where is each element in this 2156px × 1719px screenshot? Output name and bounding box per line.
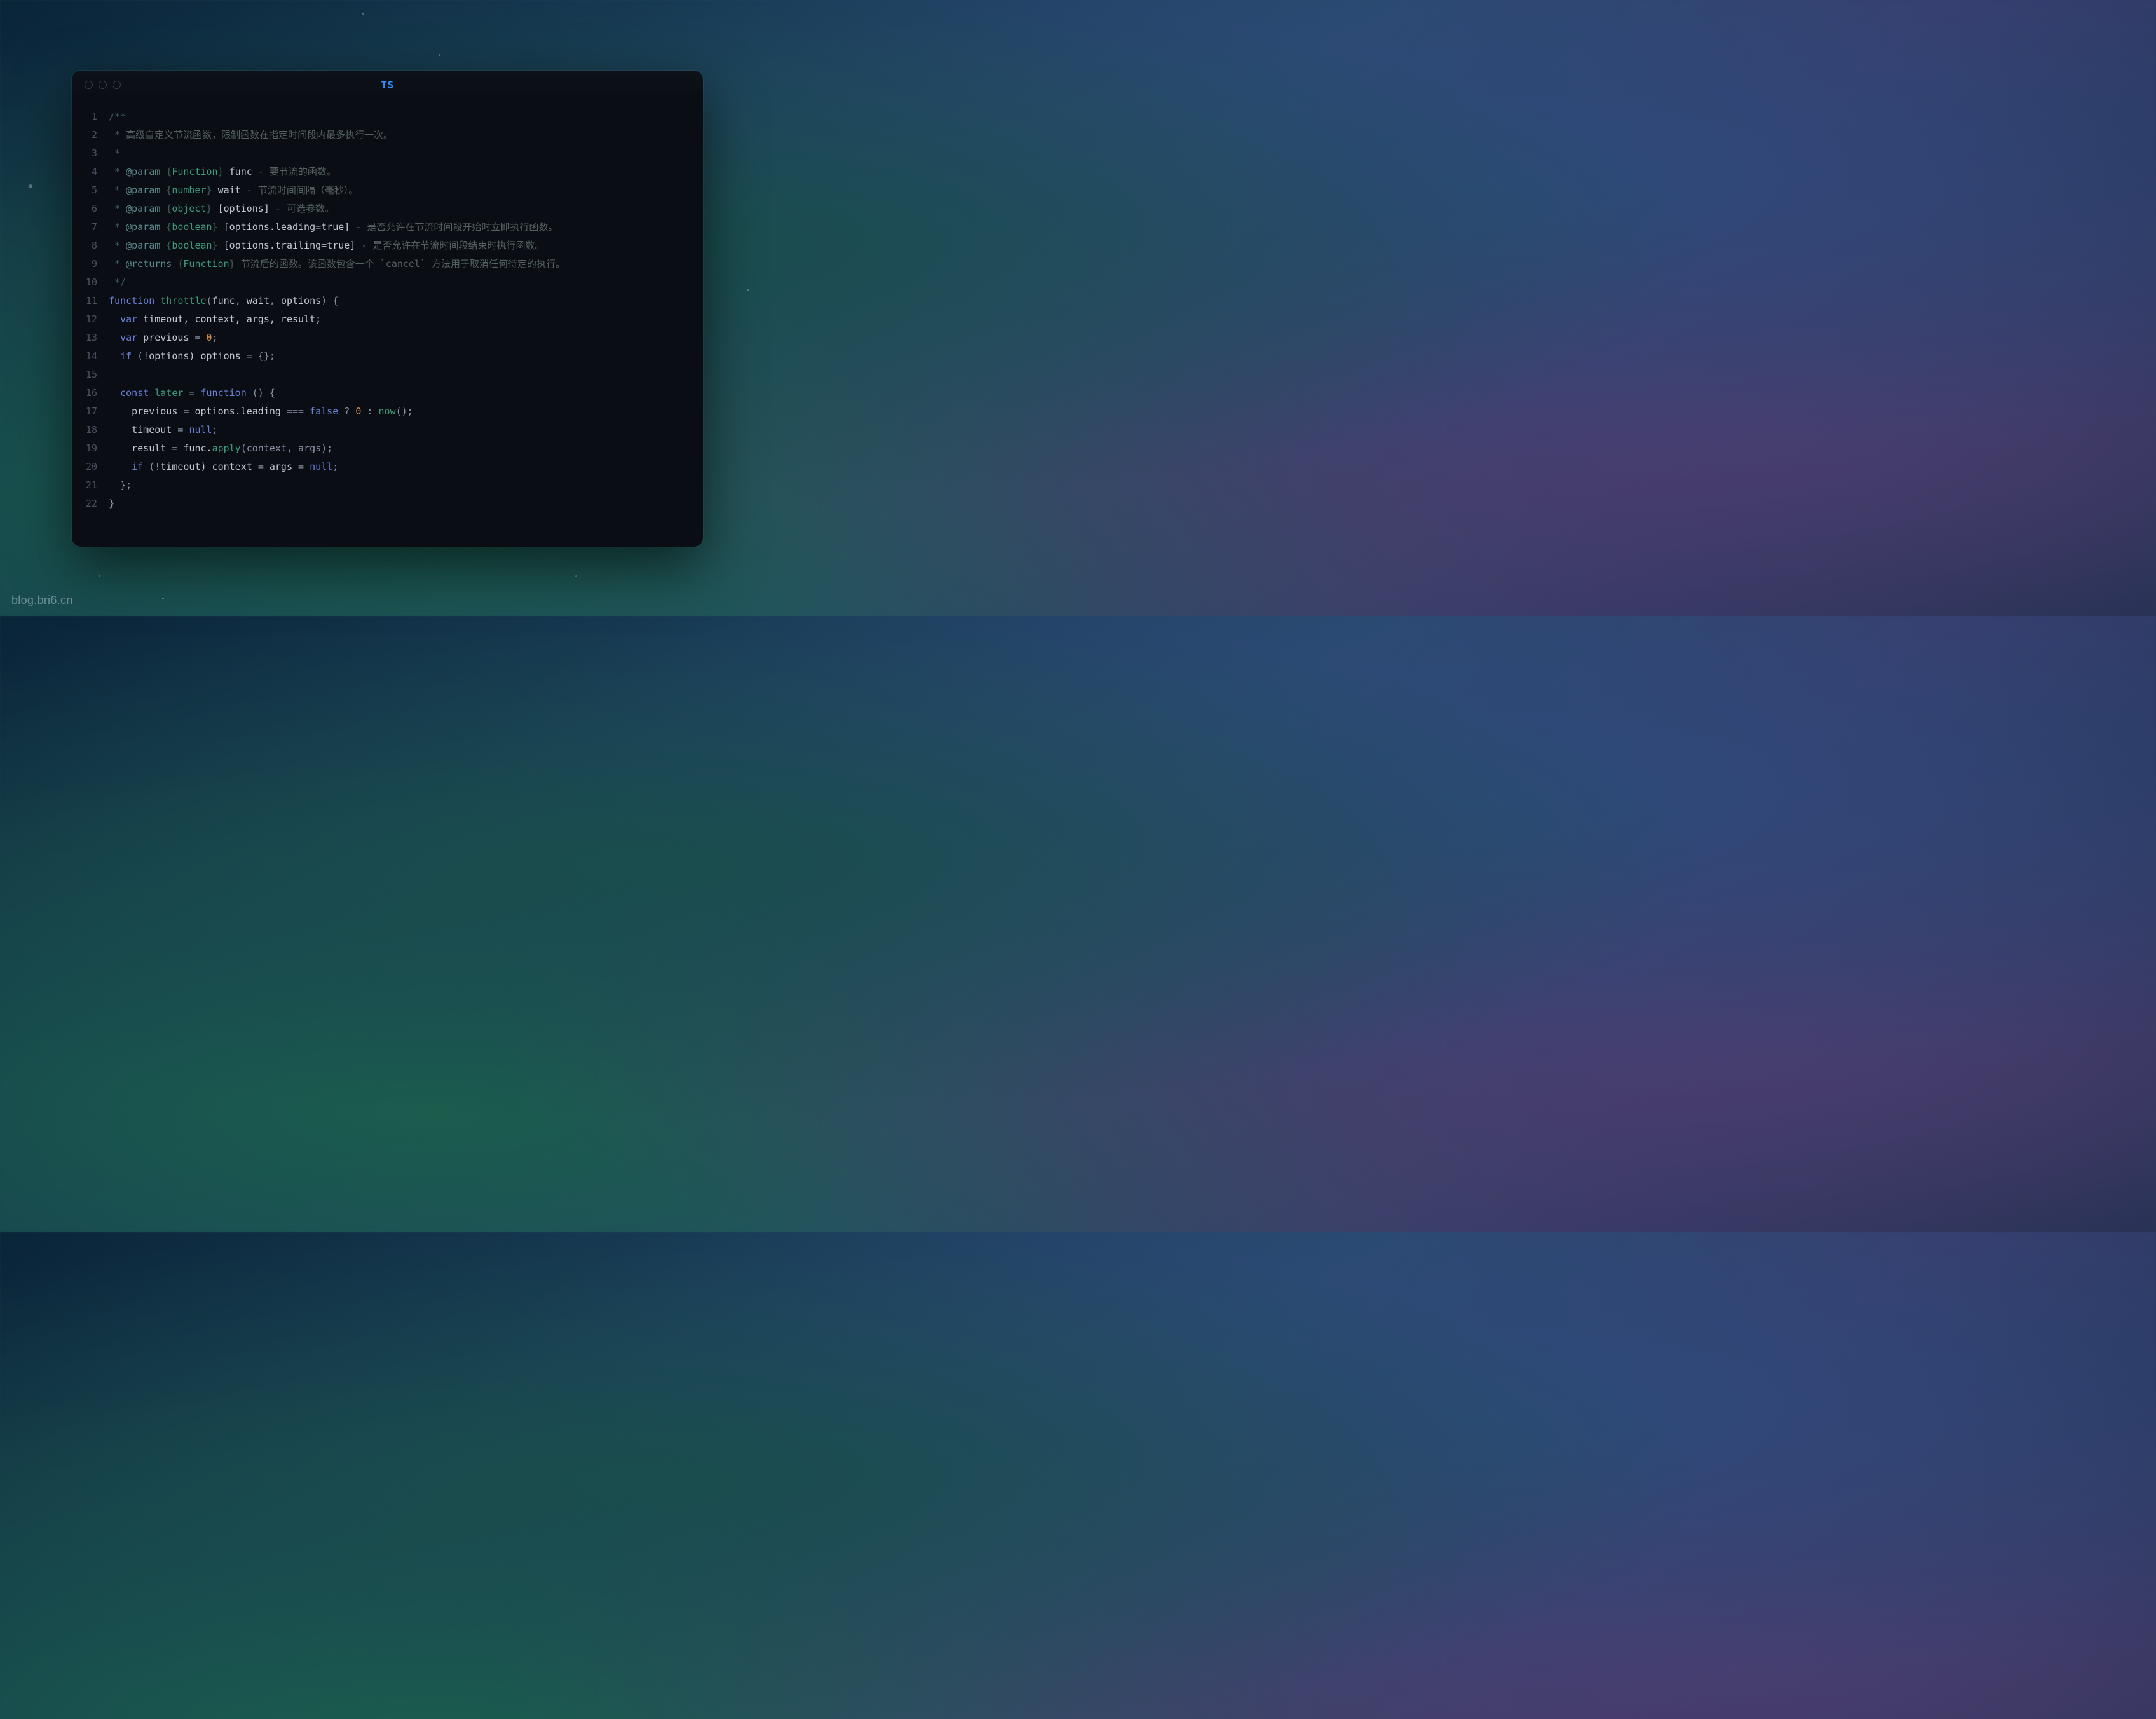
line-number: 5: [72, 181, 97, 200]
code-editor: 12345678910111213141516171819202122 /** …: [72, 99, 703, 513]
line-number: 21: [72, 476, 97, 495]
code-line: result = func.apply(context, args);: [109, 439, 690, 458]
line-number: 9: [72, 255, 97, 273]
line-number: 17: [72, 402, 97, 421]
code-line: */: [109, 273, 690, 292]
line-number: 16: [72, 384, 97, 402]
bg-dot: [747, 289, 749, 291]
line-number: 20: [72, 458, 97, 476]
line-number: 22: [72, 495, 97, 513]
code-line: previous = options.leading === false ? 0…: [109, 402, 690, 421]
code-line: var previous = 0;: [109, 329, 690, 347]
bg-dot: [439, 54, 440, 56]
window-zoom-button[interactable]: [113, 81, 121, 89]
line-number-gutter: 12345678910111213141516171819202122: [72, 107, 109, 513]
bg-dot: [99, 575, 100, 577]
bg-dot: [575, 575, 577, 577]
line-number: 3: [72, 144, 97, 163]
code-line: * 高级自定义节流函数，限制函数在指定时间段内最多执行一次。: [109, 126, 690, 144]
code-line: *: [109, 144, 690, 163]
line-number: 13: [72, 329, 97, 347]
bg-dot: [362, 13, 364, 15]
bg-dot: [29, 184, 32, 188]
line-number: 10: [72, 273, 97, 292]
code-line: * @returns {Function} 节流后的函数。该函数包含一个 `ca…: [109, 255, 690, 273]
code-line: }: [109, 495, 690, 513]
window-minimize-button[interactable]: [99, 81, 107, 89]
code-line: * @param {boolean} [options.trailing=tru…: [109, 236, 690, 255]
code-content[interactable]: /** * 高级自定义节流函数，限制函数在指定时间段内最多执行一次。 * * @…: [109, 107, 703, 513]
code-line: * @param {object} [options] - 可选参数。: [109, 200, 690, 218]
line-number: 18: [72, 421, 97, 439]
window-close-button[interactable]: [85, 81, 93, 89]
watermark-text: blog.bri6.cn: [11, 594, 73, 607]
code-line: if (!timeout) context = args = null;: [109, 458, 690, 476]
code-line: function throttle(func, wait, options) {: [109, 292, 690, 310]
code-line: var timeout, context, args, result;: [109, 310, 690, 329]
window-title: TS: [381, 79, 393, 91]
line-number: 4: [72, 163, 97, 181]
line-number: 19: [72, 439, 97, 458]
code-line: * @param {boolean} [options.leading=true…: [109, 218, 690, 236]
code-line: /**: [109, 107, 690, 126]
line-number: 12: [72, 310, 97, 329]
line-number: 7: [72, 218, 97, 236]
code-line: * @param {Function} func - 要节流的函数。: [109, 163, 690, 181]
line-number: 15: [72, 366, 97, 384]
code-line: * @param {number} wait - 节流时间间隔（毫秒）。: [109, 181, 690, 200]
line-number: 11: [72, 292, 97, 310]
line-number: 1: [72, 107, 97, 126]
code-line: [109, 366, 690, 384]
line-number: 2: [72, 126, 97, 144]
line-number: 8: [72, 236, 97, 255]
code-line: const later = function () {: [109, 384, 690, 402]
code-line: timeout = null;: [109, 421, 690, 439]
bg-dot: [162, 598, 164, 599]
code-line: if (!options) options = {};: [109, 347, 690, 366]
code-window: TS 12345678910111213141516171819202122 /…: [72, 71, 703, 547]
titlebar: TS: [72, 71, 703, 99]
line-number: 14: [72, 347, 97, 366]
line-number: 6: [72, 200, 97, 218]
traffic-lights: [72, 81, 121, 89]
code-line: };: [109, 476, 690, 495]
